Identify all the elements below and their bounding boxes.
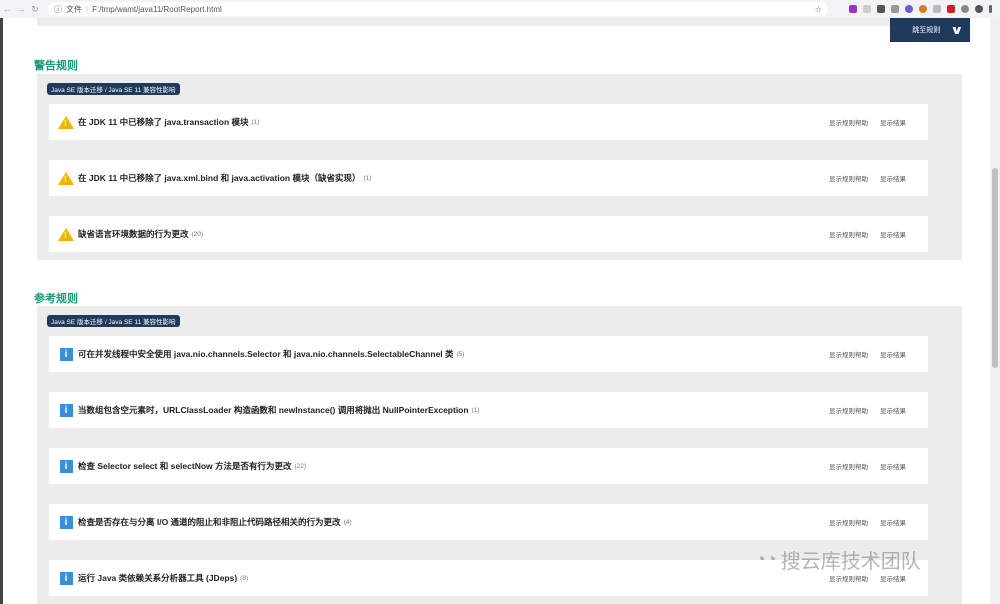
rule-title[interactable]: 可在并发线程中安全使用 java.nio.channels.Selector 和… xyxy=(78,348,454,360)
extension-icon[interactable] xyxy=(947,5,955,13)
show-rule-help-link[interactable]: 显示规则帮助 xyxy=(829,517,868,527)
rule-card[interactable]: i 当数组包含空元素时，URLClassLoader 构造函数和 newInsta… xyxy=(49,392,928,428)
back-icon[interactable]: ← xyxy=(0,4,14,14)
rule-count: (1) xyxy=(251,118,260,126)
extension-icon[interactable] xyxy=(891,5,899,13)
show-results-link[interactable]: 显示结果 xyxy=(880,173,906,183)
rule-count: (1) xyxy=(471,406,480,414)
jump-to-rules-button[interactable]: 跳至规则 ∨ xyxy=(890,18,970,42)
rule-title[interactable]: 检查 Selector select 和 selectNow 方法是否有行为更改 xyxy=(78,460,292,472)
left-edge xyxy=(0,18,3,604)
show-results-link[interactable]: 显示结果 xyxy=(880,405,906,415)
warning-rules-panel: Java SE 版本迁移 / Java SE 11 兼容性影响 在 JDK 11… xyxy=(37,74,962,260)
rule-count: (4) xyxy=(343,518,352,526)
section-heading: 参考规则 xyxy=(34,293,78,305)
warning-icon xyxy=(58,115,74,129)
category-badge: Java SE 版本迁移 / Java SE 11 兼容性影响 xyxy=(47,83,180,95)
rule-title[interactable]: 在 JDK 11 中已移除了 java.transaction 模块 xyxy=(78,116,249,128)
scrollbar-thumb[interactable] xyxy=(992,168,998,368)
extension-icon[interactable] xyxy=(877,5,885,13)
jump-label: 跳至规则 xyxy=(912,27,941,34)
chevron-down-icon: ∨ xyxy=(950,23,964,37)
rule-count: (8) xyxy=(240,574,249,582)
extension-icon[interactable] xyxy=(919,5,927,13)
file-label: 文件 xyxy=(66,4,82,14)
info-icon: i xyxy=(59,347,73,361)
extension-icon[interactable] xyxy=(863,5,871,13)
rule-card[interactable]: 在 JDK 11 中已移除了 java.xml.bind 和 java.acti… xyxy=(49,160,928,196)
info-icon: ⓘ xyxy=(54,4,62,14)
show-rule-help-link[interactable]: 显示规则帮助 xyxy=(829,349,868,359)
rule-card[interactable]: 在 JDK 11 中已移除了 java.transaction 模块(1) 显示规… xyxy=(49,104,928,140)
show-results-link[interactable]: 显示结果 xyxy=(880,229,906,239)
url-text: F:/tmp/wamt/java11/RootReport.html xyxy=(92,4,222,14)
show-rule-help-link[interactable]: 显示规则帮助 xyxy=(829,173,868,183)
show-rule-help-link[interactable]: 显示规则帮助 xyxy=(829,461,868,471)
rule-title[interactable]: 运行 Java 类依赖关系分析器工具 (JDeps) xyxy=(78,572,237,584)
star-icon[interactable]: ☆ xyxy=(815,5,822,14)
profile-icon[interactable] xyxy=(975,5,983,13)
scrollbar[interactable] xyxy=(990,18,1000,604)
rule-count: (22) xyxy=(294,462,307,470)
rule-card[interactable]: i 可在并发线程中安全使用 java.nio.channels.Selector … xyxy=(49,336,928,372)
watermark: ◔◔ 搜云库技术团队 xyxy=(755,549,921,573)
info-icon: i xyxy=(59,459,73,473)
rule-card[interactable]: 缺省语言环境数据的行为更改(20) 显示规则帮助 显示结果 xyxy=(49,216,928,252)
rule-count: (20) xyxy=(191,230,204,238)
show-results-link[interactable]: 显示结果 xyxy=(880,349,906,359)
rule-card[interactable]: i 检查 Selector select 和 selectNow 方法是否有行为更… xyxy=(49,448,928,484)
info-icon: i xyxy=(59,571,73,585)
rule-title[interactable]: 检查是否存在与分离 I/O 通道的阻止和非阻止代码路径相关的行为更改 xyxy=(78,516,341,528)
show-results-link[interactable]: 显示结果 xyxy=(880,573,906,583)
extension-icon[interactable] xyxy=(849,5,857,13)
show-rule-help-link[interactable]: 显示规则帮助 xyxy=(829,117,868,127)
show-results-link[interactable]: 显示结果 xyxy=(880,461,906,471)
extension-icon[interactable] xyxy=(905,5,913,13)
show-results-link[interactable]: 显示结果 xyxy=(880,117,906,127)
wechat-icon: ◔◔ xyxy=(755,549,777,569)
show-results-link[interactable]: 显示结果 xyxy=(880,517,906,527)
rule-card[interactable]: i 检查是否存在与分离 I/O 通道的阻止和非阻止代码路径相关的行为更改 (4) 显示… xyxy=(49,504,928,540)
rule-title[interactable]: 在 JDK 11 中已移除了 java.xml.bind 和 java.acti… xyxy=(78,172,360,184)
extension-icon[interactable] xyxy=(933,5,941,13)
extensions xyxy=(849,5,992,13)
show-rule-help-link[interactable]: 显示规则帮助 xyxy=(829,229,868,239)
address-bar[interactable]: ⓘ 文件 | F:/tmp/wamt/java11/RootReport.htm… xyxy=(48,2,828,16)
rule-title[interactable]: 缺省语言环境数据的行为更改 xyxy=(78,228,189,240)
warning-icon xyxy=(58,171,74,185)
rule-count: (5) xyxy=(456,350,465,358)
section-heading: 警告规则 xyxy=(34,60,78,72)
browser-toolbar: ← → ↻ ⓘ 文件 | F:/tmp/wamt/java11/RootRepo… xyxy=(0,0,1000,18)
show-rule-help-link[interactable]: 显示规则帮助 xyxy=(829,405,868,415)
info-icon: i xyxy=(59,515,73,529)
info-icon: i xyxy=(59,403,73,417)
top-panel xyxy=(37,18,962,26)
rule-count: (1) xyxy=(363,174,372,182)
forward-icon[interactable]: → xyxy=(14,4,28,14)
warning-icon xyxy=(58,227,74,241)
category-badge: Java SE 版本迁移 / Java SE 11 兼容性影响 xyxy=(47,315,180,327)
extension-icon[interactable] xyxy=(961,5,969,13)
show-rule-help-link[interactable]: 显示规则帮助 xyxy=(829,573,868,583)
reload-icon[interactable]: ↻ xyxy=(28,4,42,15)
menu-icon[interactable] xyxy=(989,5,992,13)
rule-title[interactable]: 当数组包含空元素时，URLClassLoader 构造函数和 newInstan… xyxy=(78,404,469,416)
